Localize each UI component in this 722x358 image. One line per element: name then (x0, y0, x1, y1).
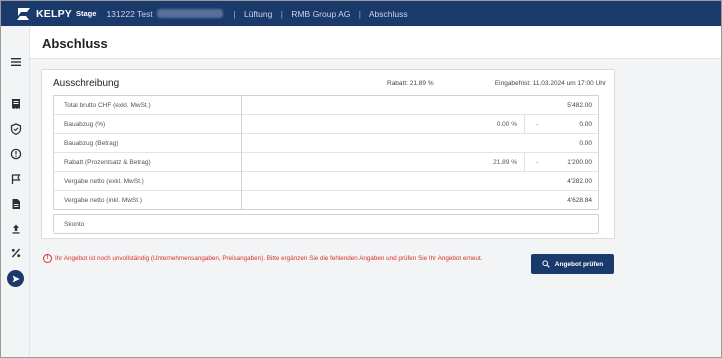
row-percent[interactable]: 0.00 % (497, 121, 517, 128)
receipt-icon[interactable] (9, 97, 22, 110)
row-amount: 5'482.00 (567, 102, 592, 109)
top-bar: KELPY Stage 131222 Test | Lüftung | RMB … (1, 1, 721, 26)
row-amount: 4'628.84 (567, 197, 592, 204)
breadcrumb: 131222 Test | Lüftung | RMB Group AG | A… (106, 8, 408, 19)
skonto-field[interactable]: Skonto (53, 214, 599, 234)
menu-icon[interactable] (9, 55, 22, 68)
breadcrumb-company[interactable]: RMB Group AG (291, 9, 350, 19)
app-frame: KELPY Stage 131222 Test | Lüftung | RMB … (0, 0, 722, 358)
shield-icon[interactable] (9, 122, 22, 135)
flag-icon[interactable] (9, 172, 22, 185)
row-amount[interactable]: 0.00 (579, 140, 592, 147)
percent-icon[interactable] (9, 246, 22, 259)
tender-card: Ausschreibung Rabatt: 21.89 % Eingabefri… (41, 69, 615, 239)
row-label: Rabatt (Prozentsatz & Betrag) (64, 159, 151, 166)
document-icon[interactable] (9, 197, 22, 210)
warning-icon: ! (43, 254, 52, 263)
row-dash: - (536, 121, 539, 128)
row-label: Vergabe netto (exkl. MwSt.) (64, 178, 144, 185)
breadcrumb-separator: | (280, 8, 283, 19)
upload-icon[interactable] (9, 222, 22, 235)
row-label: Bauabzug (%) (64, 121, 106, 128)
deadline-label: Eingabefrist: 11.03.2024 um 17:00 Uhr (494, 80, 606, 87)
table-row: Total brutto CHF (exkl. MwSt.) 5'482.00 (54, 96, 598, 115)
column-divider (241, 191, 242, 210)
page-header: Abschluss (30, 26, 721, 59)
skonto-label: Skonto (64, 221, 85, 228)
page-title: Abschluss (42, 36, 108, 51)
kelpy-logo-icon (15, 7, 32, 21)
search-icon (542, 260, 550, 268)
table-row: Vergabe netto (inkl. MwSt.) 4'628.84 (54, 191, 598, 210)
breadcrumb-separator: | (233, 8, 236, 19)
side-rail (1, 26, 30, 357)
row-label: Bauabzug (Betrag) (64, 140, 119, 147)
info-icon[interactable] (9, 147, 22, 160)
breadcrumb-section[interactable]: Lüftung (244, 9, 272, 19)
check-offer-button[interactable]: Angebot prüfen (531, 254, 614, 274)
row-amount: 0.00 (579, 121, 592, 128)
column-divider (241, 172, 242, 191)
row-amount: 1'200.00 (567, 159, 592, 166)
row-amount: 4'282.00 (567, 178, 592, 185)
breadcrumb-project[interactable]: 131222 Test (106, 9, 152, 19)
logo[interactable]: KELPY Stage (15, 7, 106, 21)
table-row: Vergabe netto (exkl. MwSt.) 4'282.00 (54, 172, 598, 191)
table-row[interactable]: Bauabzug (%) 0.00 % - 0.00 (54, 115, 598, 134)
send-icon[interactable] (7, 270, 24, 287)
card-title: Ausschreibung (53, 78, 120, 89)
redacted-name (157, 8, 223, 18)
check-offer-label: Angebot prüfen (554, 260, 604, 268)
column-divider (524, 115, 525, 134)
brand-name: KELPY (36, 7, 73, 20)
table-row[interactable]: Rabatt (Prozentsatz & Betrag) 21.89 % - … (54, 153, 598, 172)
column-divider (241, 96, 242, 115)
breadcrumb-current: Abschluss (368, 8, 408, 19)
table-row[interactable]: Bauabzug (Betrag) 0.00 (54, 134, 598, 153)
row-dash: - (536, 159, 539, 166)
breadcrumb-separator: | (358, 8, 361, 19)
column-divider (241, 134, 242, 153)
price-table: Total brutto CHF (exkl. MwSt.) 5'482.00 … (53, 95, 599, 210)
column-divider (241, 115, 242, 134)
warning-message: Ihr Angebot ist noch unvollständig (Unte… (55, 255, 483, 262)
row-percent[interactable]: 21.89 % (493, 159, 517, 166)
stage-label: Stage (76, 9, 97, 18)
row-label: Vergabe netto (inkl. MwSt.) (64, 197, 143, 204)
rabatt-summary: Rabatt: 21.89 % (387, 80, 434, 87)
column-divider (524, 153, 525, 172)
column-divider (241, 153, 242, 172)
row-label: Total brutto CHF (exkl. MwSt.) (64, 102, 151, 109)
